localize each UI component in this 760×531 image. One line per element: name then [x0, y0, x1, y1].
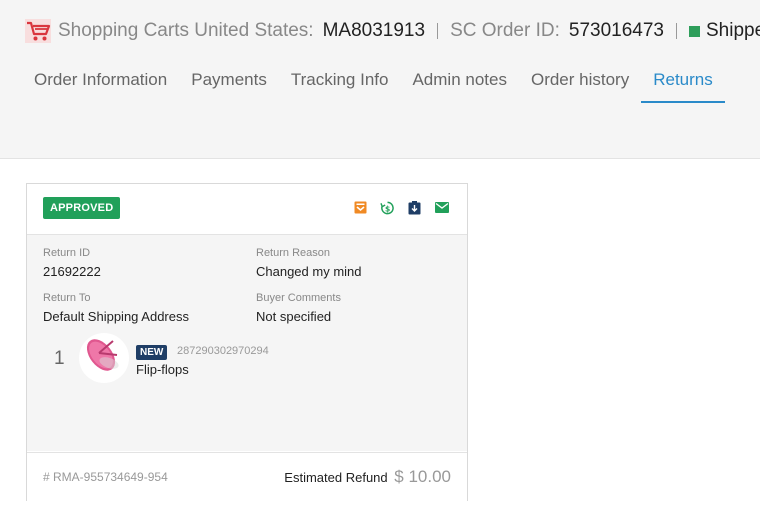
estimated-refund: Estimated Refund $ 10.00 [284, 467, 451, 487]
order-title-row: Shopping Carts United States: MA8031913 … [24, 16, 760, 46]
return-id-value: 21692222 [43, 264, 101, 279]
refund-icon[interactable]: $ [380, 200, 395, 215]
tab-order-information[interactable]: Order Information [22, 66, 179, 103]
return-item: 1 NEW 287290302970294 Flip-flops [27, 333, 467, 389]
tab-admin-notes[interactable]: Admin notes [400, 66, 519, 103]
refund-amount: $ 10.00 [394, 467, 451, 486]
return-reason-label: Return Reason [256, 247, 330, 259]
product-thumbnail[interactable] [79, 333, 129, 383]
buyer-comments-field: Buyer Comments Not specified [256, 292, 341, 324]
return-to-label: Return To [43, 292, 91, 304]
item-sku: 287290302970294 [177, 345, 269, 357]
tab-order-history[interactable]: Order history [519, 66, 641, 103]
order-header: Shopping Carts United States: MA8031913 … [0, 0, 760, 159]
tab-payments[interactable]: Payments [179, 66, 279, 103]
order-status: Shipped [705, 20, 760, 41]
tab-tracking-info[interactable]: Tracking Info [279, 66, 401, 103]
condition-badge: NEW [136, 345, 168, 360]
shopping-cart-icon [24, 18, 51, 45]
order-id: 573016473 [568, 20, 664, 41]
return-details: Return ID 21692222 Return Reason Changed… [27, 235, 467, 451]
status-indicator-icon [688, 25, 700, 37]
return-card: APPROVED $ Return ID 21692222 Return Rea… [26, 183, 468, 501]
store-id: MA8031913 [322, 20, 426, 41]
divider [437, 23, 439, 39]
order-id-label: SC Order ID: [450, 20, 560, 41]
tab-returns[interactable]: Returns [641, 66, 725, 103]
svg-text:$: $ [385, 204, 390, 213]
return-id-field: Return ID 21692222 [43, 247, 101, 279]
return-reason-value: Changed my mind [256, 264, 362, 279]
buyer-comments-value: Not specified [256, 309, 332, 324]
return-reason-field: Return Reason Changed my mind [256, 247, 362, 279]
store-name: Shopping Carts United States: [58, 20, 314, 41]
status-badge: APPROVED [43, 197, 121, 219]
return-id-label: Return ID [43, 247, 91, 259]
refund-label: Estimated Refund [284, 470, 388, 485]
item-name[interactable]: Flip-flops [136, 362, 189, 377]
shipping-label-icon[interactable] [407, 200, 422, 215]
return-to-value: Default Shipping Address [43, 309, 189, 324]
box-icon[interactable] [353, 200, 368, 215]
item-quantity: 1 [54, 348, 65, 369]
return-to-field: Return To Default Shipping Address [43, 292, 189, 324]
buyer-comments-label: Buyer Comments [256, 292, 341, 304]
return-card-header: APPROVED $ [27, 184, 467, 235]
rma-number: # RMA-955734649-954 [43, 470, 168, 484]
order-tabs: Order Information Payments Tracking Info… [22, 66, 725, 103]
email-icon[interactable] [434, 200, 449, 215]
divider [675, 23, 677, 39]
return-actions: $ [353, 200, 449, 215]
return-card-footer: # RMA-955734649-954 Estimated Refund $ 1… [27, 452, 467, 501]
